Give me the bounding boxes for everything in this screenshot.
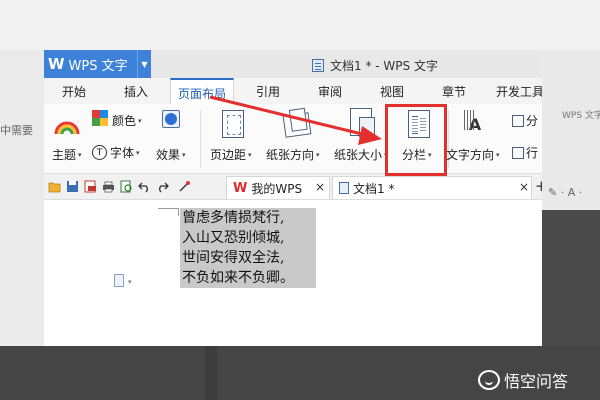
wps-window: W WPS 文字 ▼ 文档1 * - WPS 文字 开始 插入 页面布局 引用 … xyxy=(44,50,542,346)
theme-icon[interactable] xyxy=(54,112,80,138)
text-line[interactable]: 世间安得双全法, xyxy=(182,248,314,268)
partial-right-bottom-label: 行 xyxy=(526,146,539,160)
columns-highlight-box xyxy=(385,104,447,176)
text-line[interactable]: 入山又恐别倾城, xyxy=(182,228,314,248)
document-icon xyxy=(339,182,349,194)
partial-right-bottom-button[interactable]: 行 xyxy=(512,144,538,161)
text-line[interactable]: 不负如来不负卿。 xyxy=(182,268,314,288)
partial-tool-icon xyxy=(512,146,524,159)
partial-right-top-label: 分 xyxy=(526,114,539,128)
ribbon-page-layout: 主题 ▾ 颜色 ▾ T 字体 ▾ 效果 ▾ 页边距 ▾ 纸张方向 ▾ 纸张大小 … xyxy=(44,104,542,174)
partial-right-top-button[interactable]: 分 xyxy=(512,112,538,129)
orientation-button[interactable]: 纸张方向 ▾ xyxy=(266,146,320,163)
wps-brand-icon: W xyxy=(233,180,248,196)
selected-text-block[interactable]: 曾虑多情损梵行, 入山又恐别倾城, 世间安得双全法, 不负如来不负卿。 xyxy=(180,208,316,288)
colors-label: 颜色 xyxy=(112,114,137,128)
colors-button[interactable]: 颜色 ▾ xyxy=(112,112,142,129)
chevron-down-icon: ▾ xyxy=(248,150,252,159)
tab-document-1[interactable]: 文档1 * × xyxy=(332,176,532,199)
chevron-down-icon: ▾ xyxy=(136,148,140,157)
margins-button[interactable]: 页边距 ▾ xyxy=(210,146,252,163)
menu-view[interactable]: 视图 xyxy=(380,83,404,100)
tab-document-1-label: 文档1 * xyxy=(353,181,395,196)
wps-logo-icon: W xyxy=(48,55,65,73)
open-folder-icon[interactable] xyxy=(48,180,61,193)
chevron-down-icon[interactable]: ▾ xyxy=(128,278,132,286)
new-tab-plus-icon[interactable]: + xyxy=(535,177,542,195)
text-direction-icon[interactable]: A xyxy=(462,108,488,134)
background-top xyxy=(0,0,600,50)
font-icon: T xyxy=(92,145,107,160)
background-left-panel xyxy=(0,50,44,346)
menu-review[interactable]: 审阅 xyxy=(318,83,342,100)
font-button[interactable]: T 字体 ▾ xyxy=(92,144,140,161)
effect-button[interactable]: 效果 ▾ xyxy=(156,146,186,163)
orientation-icon[interactable] xyxy=(282,112,312,138)
partial-tool-icon xyxy=(512,114,524,127)
tab-my-wps[interactable]: W 我的WPS × xyxy=(226,176,330,199)
margins-icon[interactable] xyxy=(222,110,244,138)
wps-logo-label: WPS 文字 xyxy=(68,58,128,74)
window-title: 文档1 * - WPS 文字 xyxy=(312,57,438,74)
menu-page-layout[interactable]: 页面布局 xyxy=(170,78,235,104)
quick-access-bar: W 我的WPS × 文档1 * × + xyxy=(44,174,542,200)
paper-size-icon[interactable] xyxy=(350,108,375,137)
menu-bar: 开始 插入 页面布局 引用 审阅 视图 章节 开发工具 xyxy=(44,78,542,104)
margins-label: 页边距 xyxy=(210,148,247,162)
background-bottom-strip xyxy=(205,346,217,400)
text-line[interactable]: 曾虑多情损梵行, xyxy=(182,208,314,228)
font-label: 字体 xyxy=(110,146,135,160)
background-left-text: 中需要 xyxy=(0,124,33,137)
close-icon[interactable]: × xyxy=(315,180,325,194)
tab-my-wps-label: 我的WPS xyxy=(251,181,303,196)
watermark-text: 悟空问答 xyxy=(504,372,569,391)
print-preview-icon[interactable] xyxy=(120,180,133,193)
chevron-down-icon: ▾ xyxy=(496,150,500,159)
ribbon-separator xyxy=(200,110,201,168)
background-right-dark xyxy=(542,210,600,346)
redo-icon[interactable] xyxy=(156,180,169,193)
menu-home[interactable]: 开始 xyxy=(62,83,86,100)
colors-icon[interactable] xyxy=(92,110,108,126)
document-canvas[interactable]: ▾ 曾虑多情损梵行, 入山又恐别倾城, 世间安得双全法, 不负如来不负卿。 xyxy=(44,200,542,346)
chevron-down-icon: ▾ xyxy=(182,150,186,159)
chevron-down-icon: ▾ xyxy=(316,150,320,159)
print-icon[interactable] xyxy=(102,180,115,193)
document-icon xyxy=(312,59,324,72)
theme-button[interactable]: 主题 ▾ xyxy=(52,146,82,163)
export-pdf-icon[interactable] xyxy=(84,180,97,193)
text-direction-button[interactable]: 文字方向 ▾ xyxy=(446,146,500,163)
customize-brush-icon[interactable] xyxy=(178,180,191,193)
menu-chapter[interactable]: 章节 xyxy=(442,83,466,100)
menu-developer-tools[interactable]: 开发工具 xyxy=(496,83,542,100)
save-icon[interactable] xyxy=(66,180,79,193)
paper-size-label: 纸张大小 xyxy=(334,148,383,162)
wps-menu-dropdown-icon[interactable]: ▼ xyxy=(137,50,151,78)
menu-references[interactable]: 引用 xyxy=(256,83,280,100)
wukong-logo-icon xyxy=(478,370,500,390)
orientation-label: 纸张方向 xyxy=(266,148,315,162)
effect-label: 效果 xyxy=(156,148,181,162)
titlebar: W WPS 文字 ▼ 文档1 * - WPS 文字 xyxy=(44,50,542,78)
window-title-text: 文档1 * - WPS 文字 xyxy=(330,59,438,73)
chevron-down-icon: ▾ xyxy=(138,116,142,125)
background-right-tools: ✎ · A · xyxy=(548,186,583,199)
undo-icon[interactable] xyxy=(138,180,151,193)
chevron-down-icon: ▾ xyxy=(78,150,82,159)
effect-icon[interactable] xyxy=(162,110,180,128)
margin-marker xyxy=(158,208,178,209)
wps-logo-button[interactable]: W WPS 文字 ▼ xyxy=(44,50,151,78)
margin-marker xyxy=(178,208,179,216)
paper-size-button[interactable]: 纸张大小 ▾ xyxy=(334,146,388,163)
menu-insert[interactable]: 插入 xyxy=(124,83,148,100)
watermark: 悟空问答 xyxy=(478,368,568,392)
close-icon[interactable]: × xyxy=(519,180,529,194)
theme-label: 主题 xyxy=(52,148,77,162)
background-right-text: WPS 文字 xyxy=(562,111,600,121)
text-direction-label: 文字方向 xyxy=(446,148,495,162)
side-document-icon[interactable] xyxy=(114,274,124,287)
